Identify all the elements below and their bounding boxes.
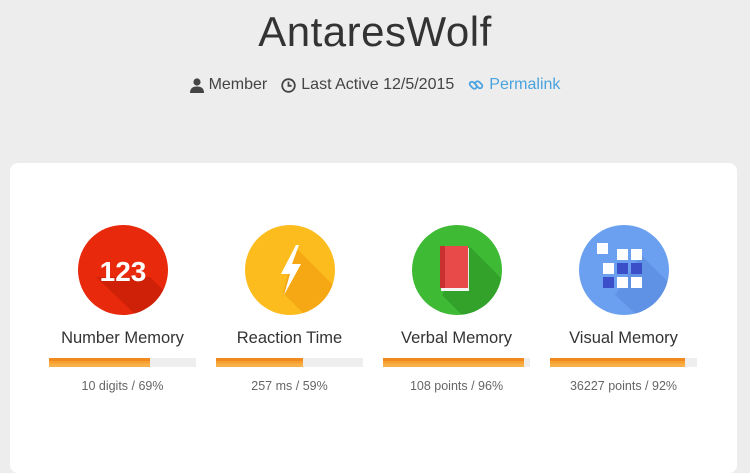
last-active-info: Last Active 12/5/2015 (281, 76, 454, 94)
progress-fill (383, 358, 525, 367)
stat-name: Reaction Time (236, 329, 343, 347)
progress-bar (550, 358, 697, 367)
stat-name: Visual Memory (569, 329, 678, 347)
stat-value: 10 digits / 69% (81, 379, 164, 393)
book-icon (411, 225, 502, 315)
role-info: Member (189, 76, 268, 94)
stat-number-memory[interactable]: 123 Number Memory 10 digits / 69% (49, 225, 196, 393)
permalink-link[interactable]: Permalink (468, 76, 560, 94)
stat-value: 108 points / 96% (409, 379, 504, 393)
link-chain-icon (468, 77, 484, 93)
grid-squares-icon (578, 225, 669, 315)
number-123-icon: 123 (77, 225, 168, 315)
stat-value: 257 ms / 59% (251, 379, 328, 393)
stat-name: Verbal Memory (401, 329, 512, 347)
progress-bar (49, 358, 196, 367)
progress-fill (216, 358, 303, 367)
stat-reaction-time[interactable]: Reaction Time 257 ms / 59% (216, 225, 363, 393)
progress-bar (383, 358, 530, 367)
stat-value: 36227 points / 92% (569, 379, 678, 393)
profile-meta: Member Last Active 12/5/2015 Permalink (0, 76, 750, 94)
permalink-label: Permalink (489, 76, 561, 93)
username-title: AntaresWolf (258, 8, 492, 55)
clock-icon (281, 77, 296, 93)
user-icon (189, 77, 204, 93)
progress-bar (216, 358, 363, 367)
progress-fill (550, 358, 686, 367)
stat-verbal-memory[interactable]: Verbal Memory 108 points / 96% (383, 225, 530, 393)
role-label: Member (208, 76, 268, 93)
progress-fill (49, 358, 151, 367)
stat-visual-memory[interactable]: Visual Memory 36227 points / 92% (550, 225, 697, 393)
stats-list: 123 Number Memory 10 digits / 69% Reacti… (49, 225, 697, 393)
stats-card: 123 Number Memory 10 digits / 69% Reacti… (10, 163, 737, 473)
stat-name: Number Memory (61, 329, 184, 347)
lightning-bolt-icon (244, 225, 335, 315)
number-icon-text: 123 (99, 256, 146, 287)
last-active-label: Last Active 12/5/2015 (301, 76, 455, 93)
profile-header: AntaresWolf Member Last Active 12/5/2015 (0, 0, 750, 94)
